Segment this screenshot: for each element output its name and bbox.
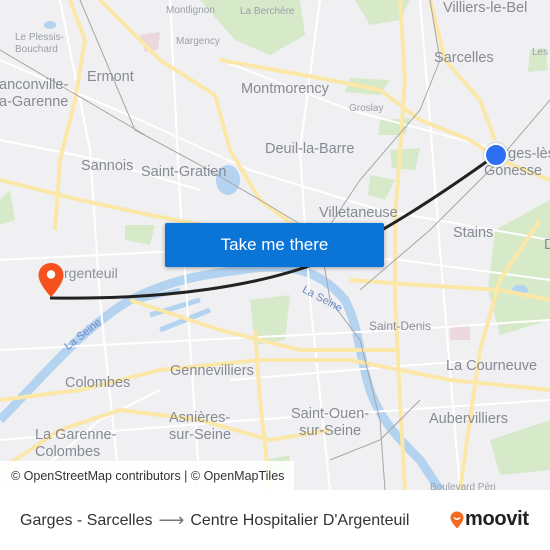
place-label-sannois: Sannois bbox=[81, 158, 134, 174]
place-label-margency: Margency bbox=[176, 36, 220, 47]
place-label-le-plessis-bouchard: Le Plessis- Bouchard bbox=[15, 32, 64, 55]
route-origin: Garges - Sarcelles bbox=[20, 511, 153, 529]
origin-marker-icon[interactable] bbox=[484, 143, 508, 167]
place-label-franconville: anconville- a-Garenne bbox=[0, 77, 69, 110]
moovit-pin-icon bbox=[450, 511, 464, 528]
map-attribution[interactable]: © OpenStreetMap contributors | © OpenMap… bbox=[0, 461, 295, 490]
map[interactable]: Villiers-le-Bel Montlignon La Berchère L… bbox=[0, 0, 550, 490]
take-me-there-button[interactable]: Take me there bbox=[165, 223, 384, 267]
place-label-d-east: D bbox=[544, 237, 550, 253]
arrow-right-icon: ⟶ bbox=[158, 510, 185, 530]
place-label-colombes: Colombes bbox=[65, 375, 131, 391]
footer-bar: Garges - Sarcelles ⟶ Centre Hospitalier … bbox=[0, 490, 550, 550]
destination-pin-icon[interactable] bbox=[37, 262, 65, 298]
place-label-montlignon: Montlignon bbox=[166, 5, 215, 16]
place-label-la-berchere: La Berchère bbox=[240, 6, 295, 17]
place-label-saint-gratien: Saint-Gratien bbox=[141, 164, 227, 180]
place-label-gennevilliers: Gennevilliers bbox=[170, 363, 254, 379]
place-label-aubervilliers: Aubervilliers bbox=[429, 411, 508, 427]
place-label-asnieres: Asnières- sur-Seine bbox=[169, 410, 232, 443]
moovit-wordmark: moovit bbox=[465, 508, 529, 530]
place-label-montmorency: Montmorency bbox=[241, 81, 329, 97]
place-label-ermont: Ermont bbox=[87, 69, 134, 85]
place-label-villetaneuse: Villetaneuse bbox=[319, 205, 398, 221]
place-label-les: Les bbox=[532, 47, 549, 58]
place-label-groslay: Groslay bbox=[349, 103, 384, 114]
place-label-saint-ouen: Saint-Ouen- sur-Seine bbox=[291, 406, 370, 439]
route-summary: Garges - Sarcelles ⟶ Centre Hospitalier … bbox=[20, 510, 409, 531]
place-label-villiers-le-bel: Villiers-le-Bel bbox=[443, 0, 528, 16]
place-label-la-garenne-colombes: La Garenne- Colombes bbox=[35, 427, 117, 460]
route-destination: Centre Hospitalier D'Argenteuil bbox=[190, 511, 410, 529]
place-label-saint-denis: Saint-Denis bbox=[369, 319, 432, 333]
place-label-sarcelles: Sarcelles bbox=[434, 50, 494, 66]
place-label-boulevard: Boulevard Péri bbox=[430, 482, 496, 491]
place-label-stains: Stains bbox=[453, 225, 494, 241]
place-label-argenteuil: rgenteuil bbox=[64, 265, 118, 281]
place-label-la-courneuve: La Courneuve bbox=[446, 358, 538, 374]
moovit-logo[interactable]: moovit bbox=[450, 508, 529, 531]
place-label-deuil-la-barre: Deuil-la-Barre bbox=[265, 141, 355, 157]
